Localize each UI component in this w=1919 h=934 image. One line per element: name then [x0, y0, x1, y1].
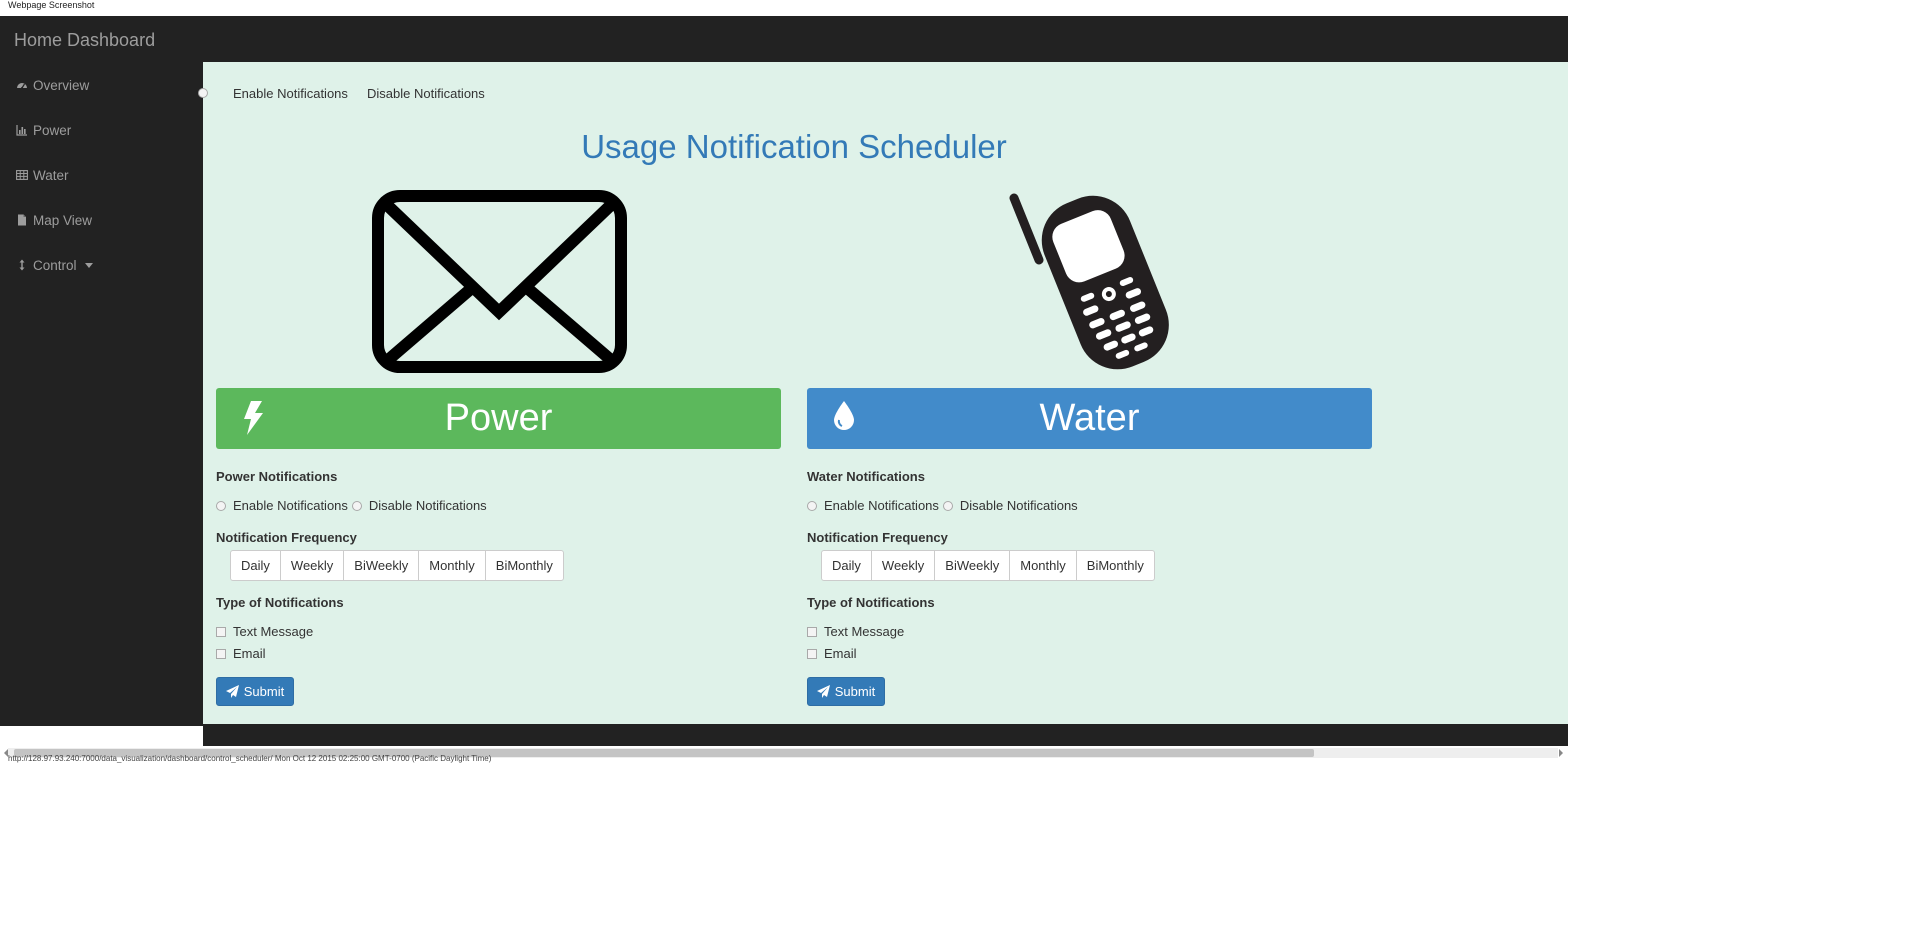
water-type-email-row: Email	[807, 646, 857, 661]
page-title: Usage Notification Scheduler	[581, 128, 1007, 165]
water-frequency-bimonthly[interactable]: BiMonthly	[1075, 551, 1154, 580]
water-type-label: Type of Notifications	[807, 595, 935, 610]
top-navbar: Home Dashboard	[0, 16, 1568, 62]
top-enable-radio[interactable]	[198, 88, 208, 98]
water-enable-label[interactable]: Enable Notifications	[824, 498, 939, 513]
send-icon	[816, 685, 830, 698]
power-frequency-label: Notification Frequency	[216, 530, 357, 545]
sidebar-item-label: Control	[33, 257, 77, 273]
water-notifications-label: Water Notifications	[807, 469, 925, 484]
power-type-email-row: Email	[216, 646, 266, 661]
power-submit-label: Submit	[243, 684, 285, 699]
power-frequency-weekly[interactable]: Weekly	[279, 551, 343, 580]
sidebar-item-label: Map View	[33, 212, 93, 228]
water-frequency-label: Notification Frequency	[807, 530, 948, 545]
water-email-checkbox[interactable]	[807, 648, 817, 659]
sidebar-item-power[interactable]: Power	[16, 120, 71, 140]
water-enable-radio[interactable]	[807, 500, 817, 511]
power-frequency-biweekly[interactable]: BiWeekly	[343, 551, 418, 580]
resize-vertical-icon	[19, 259, 25, 271]
water-text-message-checkbox[interactable]	[807, 626, 817, 637]
power-email-checkbox[interactable]	[216, 648, 226, 659]
main-content: Enable Notifications Disable Notificatio…	[198, 62, 1568, 724]
water-submit-label: Submit	[834, 684, 876, 699]
water-submit-button[interactable]: Submit	[807, 677, 885, 706]
status-url-text: http://128.97.93.240:7000/data_visualiza…	[8, 754, 492, 763]
power-notification-toggle: Enable Notifications Disable Notificatio…	[216, 498, 487, 513]
water-frequency-monthly[interactable]: Monthly	[1009, 551, 1076, 580]
power-enable-radio[interactable]	[216, 500, 226, 511]
sidebar: Overview Power Water Map View Control	[0, 62, 203, 726]
sidebar-item-water[interactable]: Water	[16, 165, 69, 185]
top-disable-label[interactable]: Disable Notifications	[367, 86, 485, 101]
dashboard-icon	[17, 83, 27, 89]
water-disable-radio[interactable]	[942, 500, 953, 511]
power-frequency-bimonthly[interactable]: BiMonthly	[484, 551, 563, 580]
sidebar-item-overview[interactable]: Overview	[16, 75, 89, 95]
power-text-message-label[interactable]: Text Message	[233, 624, 313, 639]
water-notification-toggle: Enable Notifications Disable Notificatio…	[807, 498, 1078, 513]
navbar-brand[interactable]: Home Dashboard	[14, 30, 155, 51]
cell-phone-icon	[1009, 193, 1169, 370]
page: Webpage Screenshot Home Dashboard Overvi…	[0, 0, 1568, 764]
water-text-message-label[interactable]: Text Message	[824, 624, 904, 639]
power-frequency-daily[interactable]: Daily	[231, 551, 280, 580]
power-frequency-group: Daily Weekly BiWeekly Monthly BiMonthly	[230, 550, 564, 581]
water-frequency-biweekly[interactable]: BiWeekly	[934, 551, 1009, 580]
water-frequency-daily[interactable]: Daily	[822, 551, 871, 580]
top-enable-label[interactable]: Enable Notifications	[233, 86, 348, 101]
sidebar-item-label: Power	[33, 122, 72, 138]
water-type-text-row: Text Message	[807, 624, 904, 639]
power-text-message-checkbox[interactable]	[216, 626, 226, 637]
power-frequency-monthly[interactable]: Monthly	[418, 551, 485, 580]
sidebar-item-control[interactable]: Control	[16, 255, 93, 275]
sidebar-item-label: Water	[33, 167, 69, 183]
water-panel: Water Notifications Enable Notifications…	[807, 388, 1387, 718]
power-disable-label[interactable]: Disable Notifications	[369, 498, 487, 513]
send-icon	[225, 685, 239, 698]
power-type-label: Type of Notifications	[216, 595, 344, 610]
power-submit-button[interactable]: Submit	[216, 677, 294, 706]
envelope-icon	[372, 190, 627, 373]
water-frequency-weekly[interactable]: Weekly	[870, 551, 934, 580]
water-frequency-group: Daily Weekly BiWeekly Monthly BiMonthly	[821, 550, 1155, 581]
bar-chart-icon	[16, 125, 27, 136]
sidebar-item-label: Overview	[33, 77, 90, 93]
power-notifications-label: Power Notifications	[216, 469, 338, 484]
scroll-right-icon[interactable]	[1559, 749, 1563, 757]
sidebar-item-map-view[interactable]: Map View	[16, 210, 92, 230]
power-panel: Power Notifications Enable Notifications…	[216, 388, 796, 718]
screenshot-caption: Webpage Screenshot	[8, 0, 95, 10]
footer-band	[203, 724, 1568, 746]
water-email-label[interactable]: Email	[824, 646, 857, 661]
power-enable-label[interactable]: Enable Notifications	[233, 498, 348, 513]
water-disable-label[interactable]: Disable Notifications	[960, 498, 1078, 513]
file-icon	[18, 214, 26, 226]
power-email-label[interactable]: Email	[233, 646, 266, 661]
table-icon	[16, 170, 28, 180]
power-disable-radio[interactable]	[351, 500, 362, 511]
power-type-text-row: Text Message	[216, 624, 313, 639]
chevron-down-icon	[84, 262, 93, 268]
